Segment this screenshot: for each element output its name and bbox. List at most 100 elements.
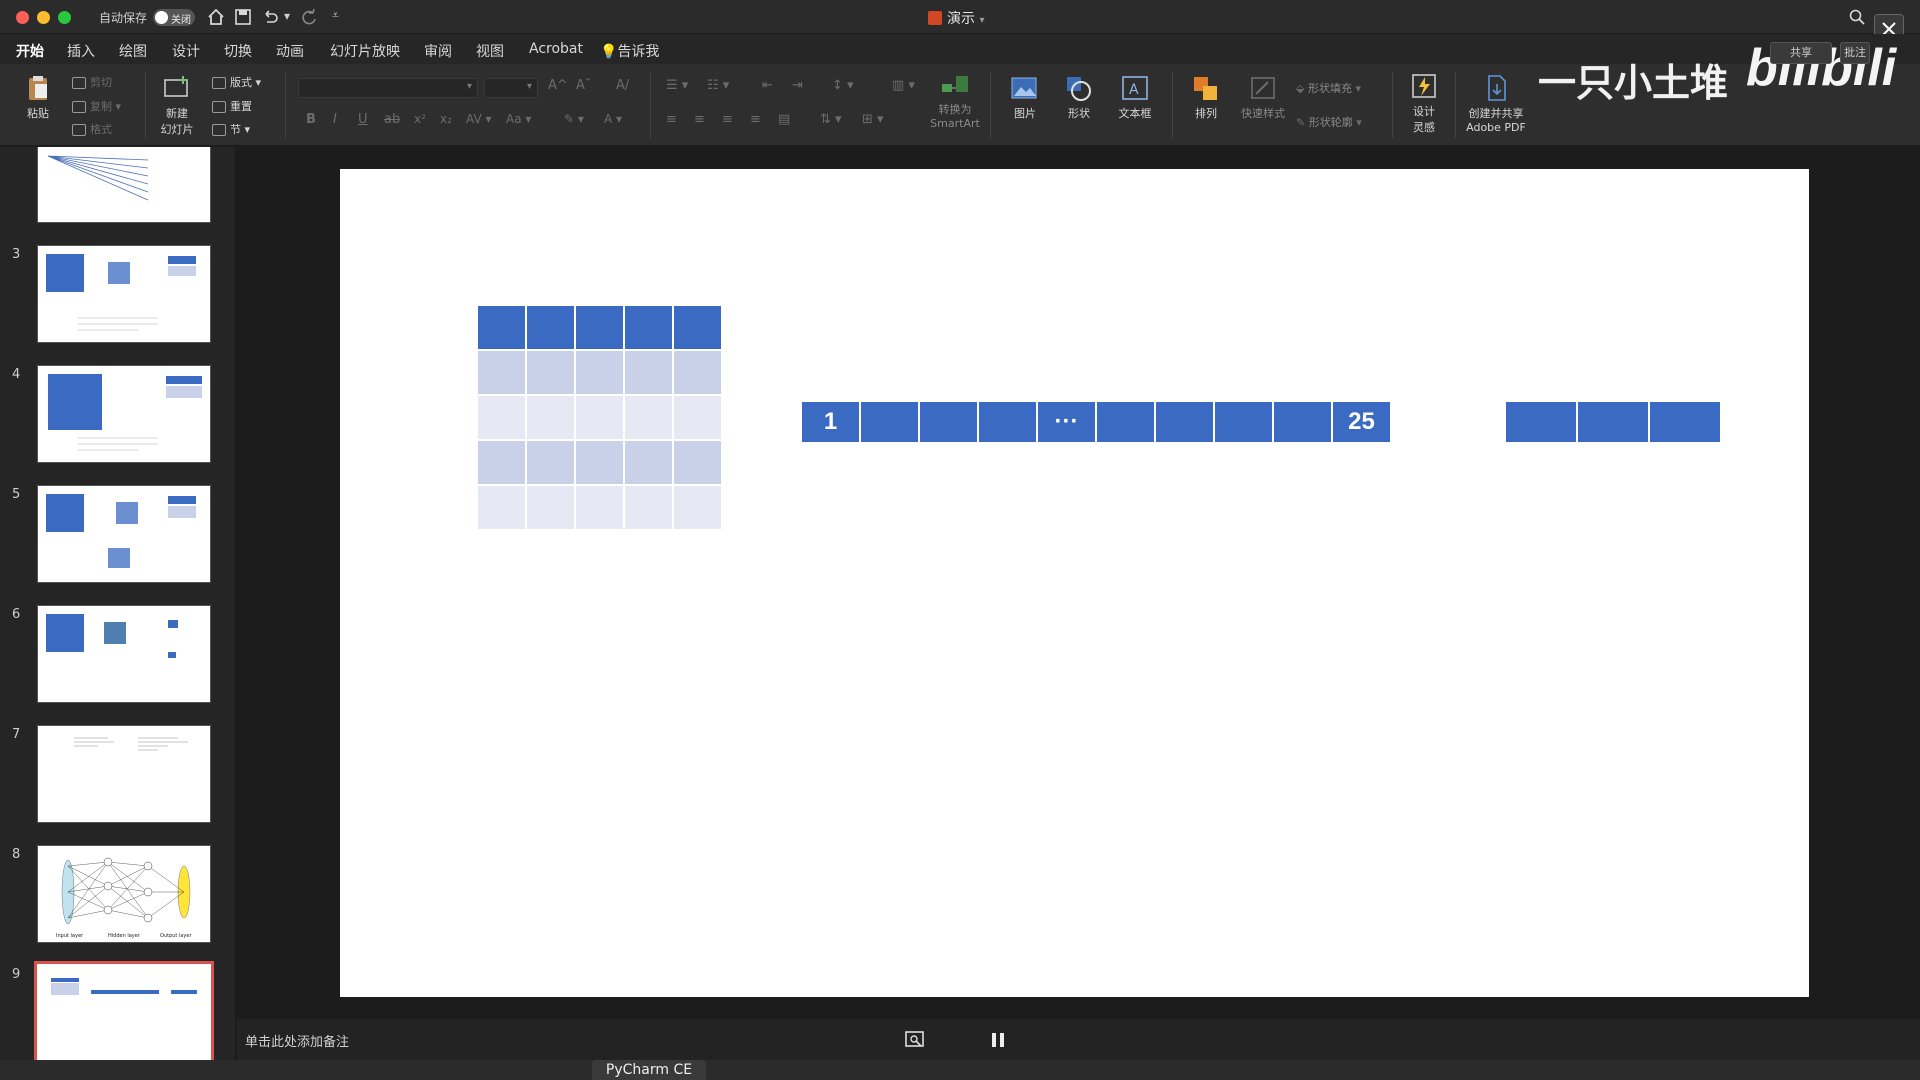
tab-home[interactable]: 开始 (16, 41, 44, 67)
shape-fill-button[interactable]: ⬙ 形状填充 ▾ (1296, 80, 1361, 96)
undo-icon[interactable] (261, 8, 279, 26)
create-pdf-label-1: 创建并共享 (1468, 107, 1524, 120)
subscript-icon[interactable]: x₂ (440, 112, 452, 126)
search-icon[interactable] (1848, 8, 1866, 26)
slide-thumbnail-4[interactable] (37, 365, 211, 463)
undo-dropdown-icon[interactable]: ▾ (284, 9, 290, 23)
format-painter-button[interactable]: 格式 (72, 121, 112, 137)
shape-button[interactable]: 形状 (1056, 74, 1102, 121)
clear-format-icon[interactable]: A/ (616, 78, 629, 93)
underline-icon[interactable]: U (358, 112, 368, 127)
highlight-icon[interactable]: ✎ ▾ (564, 112, 584, 126)
text-direction-icon[interactable]: ⇅ ▾ (820, 112, 842, 127)
grid-cell (674, 396, 721, 439)
grid-cell (625, 486, 672, 529)
align-text-icon[interactable]: ⊞ ▾ (862, 112, 884, 127)
design-ideas-button[interactable]: 设计 灵感 (1404, 72, 1444, 135)
grid-cell (625, 396, 672, 439)
autosave-toggle[interactable]: 关闭 (153, 9, 195, 26)
bullets-icon[interactable]: ☰ ▾ (666, 78, 688, 93)
minimize-window-icon[interactable] (37, 11, 50, 24)
line-spacing-icon[interactable]: ↕ ▾ (832, 78, 854, 93)
thumb-content (46, 614, 178, 658)
layout-button[interactable]: 版式 ▾ (212, 74, 261, 90)
slide-thumbnail-8[interactable]: Input layer Hidden layer Output layer (37, 845, 211, 943)
increase-indent-icon[interactable]: ⇥ (792, 78, 803, 93)
home-icon[interactable] (207, 8, 225, 26)
tab-slideshow[interactable]: 幻灯片放映 (330, 41, 400, 61)
grid-cell (527, 396, 574, 439)
save-icon[interactable] (234, 8, 252, 26)
tab-acrobat[interactable]: Acrobat (529, 41, 583, 57)
italic-icon[interactable]: I (333, 112, 337, 127)
change-case-icon[interactable]: Aa ▾ (506, 112, 531, 126)
arrange-button[interactable]: 排列 (1186, 74, 1226, 121)
font-color-icon[interactable]: A ▾ (604, 112, 622, 126)
quick-styles-button[interactable]: 快速样式 (1238, 74, 1288, 121)
shape-outline-button[interactable]: ✎ 形状轮廓 ▾ (1296, 114, 1362, 130)
superscript-icon[interactable]: x² (414, 112, 426, 126)
output-cell (1506, 402, 1576, 442)
shape-icon (1067, 77, 1091, 101)
slide-thumbnail-9[interactable] (34, 961, 214, 1060)
maximize-window-icon[interactable] (58, 11, 71, 24)
taskbar-app-pycharm[interactable]: PyCharm CE (592, 1060, 706, 1080)
copy-button[interactable]: 复制 ▾ (72, 98, 121, 114)
slide-thumbnail-5[interactable] (37, 485, 211, 583)
columns-icon[interactable]: ▥ ▾ (892, 78, 915, 93)
cut-button[interactable]: 剪切 (72, 74, 112, 90)
grow-font-icon[interactable]: A^ (548, 78, 568, 93)
flattened-sequence[interactable]: 1 ··· 25 (802, 402, 1390, 442)
tab-insert[interactable]: 插入 (67, 41, 95, 61)
slide-thumbnail-6[interactable] (37, 605, 211, 703)
create-pdf-button[interactable]: 创建并共享 Adobe PDF (1464, 74, 1528, 134)
matrix-grid[interactable] (478, 306, 722, 529)
align-left-icon[interactable]: ≡ (666, 112, 677, 127)
current-slide[interactable]: 1 ··· 25 (340, 169, 1809, 997)
close-window-icon[interactable] (16, 11, 29, 24)
convert-smartart-button[interactable]: 转换为 SmartArt (928, 70, 982, 130)
section-button[interactable]: 节 ▾ (212, 121, 250, 137)
tell-me-search[interactable]: 💡告诉我 (600, 41, 659, 61)
comments-button[interactable]: 批注 (1840, 42, 1870, 64)
slide-thumbnail-3[interactable] (37, 245, 211, 343)
customize-toolbar-icon[interactable]: ⩡ (332, 8, 339, 23)
font-size-select[interactable]: ▾ (484, 78, 538, 98)
screen-record-icon[interactable] (905, 1031, 925, 1049)
output-vector[interactable] (1506, 402, 1720, 442)
grid-cell (674, 351, 721, 394)
tab-draw[interactable]: 绘图 (119, 41, 147, 61)
slide-number: 4 (12, 367, 21, 382)
reset-button[interactable]: 重置 (212, 98, 252, 114)
char-spacing-icon[interactable]: AV ▾ (466, 112, 492, 126)
distributed-icon[interactable]: ▤ (778, 112, 790, 127)
slide-thumbnail-2[interactable] (37, 147, 211, 223)
tab-review[interactable]: 审阅 (424, 41, 452, 61)
pause-icon[interactable] (990, 1031, 1006, 1049)
strikethrough-icon[interactable]: ab (384, 112, 400, 127)
numbering-icon[interactable]: ☷ ▾ (707, 78, 729, 93)
tab-view[interactable]: 视图 (476, 41, 504, 61)
align-right-icon[interactable]: ≡ (722, 112, 733, 127)
slide-thumbnail-pane[interactable]: 3 4 5 6 7 8 Input layer Hidden layer Out… (0, 147, 236, 1060)
textbox-button[interactable]: A 文本框 (1112, 74, 1158, 121)
tab-animations[interactable]: 动画 (276, 41, 304, 61)
slide-thumbnail-7[interactable] (37, 725, 211, 823)
tab-design[interactable]: 设计 (172, 41, 200, 61)
grid-cell (527, 351, 574, 394)
notes-pane[interactable]: 单击此处添加备注 (237, 1018, 1920, 1060)
share-button[interactable]: 共享 (1770, 42, 1832, 64)
tab-transitions[interactable]: 切换 (224, 41, 252, 61)
shrink-font-icon[interactable]: Aˇ (576, 78, 591, 93)
ribbon-separator (145, 72, 146, 138)
paste-button[interactable]: 粘贴 (18, 74, 58, 121)
justify-icon[interactable]: ≡ (750, 112, 761, 127)
redo-icon[interactable] (300, 8, 318, 26)
watermark-text: 一只小土堆 (1538, 61, 1729, 105)
new-slide-button[interactable]: 新建 幻灯片 (155, 74, 199, 137)
align-center-icon[interactable]: ≡ (694, 112, 705, 127)
decrease-indent-icon[interactable]: ⇤ (762, 78, 773, 93)
bold-icon[interactable]: B (306, 112, 316, 127)
picture-button[interactable]: 图片 (1002, 74, 1048, 121)
font-name-select[interactable]: ▾ (298, 78, 478, 98)
